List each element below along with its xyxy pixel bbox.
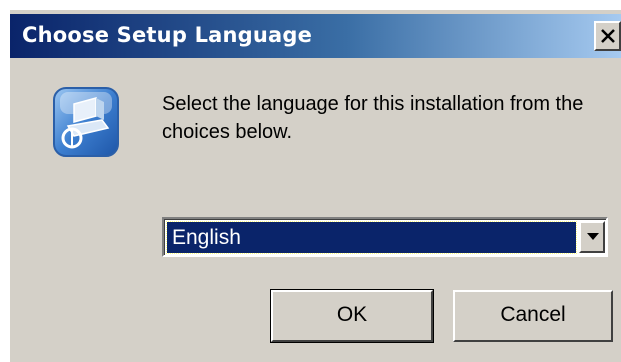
ok-button[interactable]: OK xyxy=(270,289,434,343)
language-selected-value[interactable]: English xyxy=(166,221,577,254)
chevron-down-icon xyxy=(587,233,599,240)
setup-computer-icon xyxy=(53,87,119,157)
dropdown-button[interactable] xyxy=(579,221,605,253)
close-icon xyxy=(601,29,615,43)
title-bar[interactable]: Choose Setup Language xyxy=(10,14,621,58)
setup-dialog: Choose Setup Language Select the languag… xyxy=(8,8,621,362)
language-select-frame: English xyxy=(164,219,606,255)
close-button[interactable] xyxy=(594,21,621,51)
dialog-title: Choose Setup Language xyxy=(22,23,313,47)
cancel-button[interactable]: Cancel xyxy=(453,290,613,342)
language-select[interactable]: English xyxy=(162,217,608,257)
instruction-text: Select the language for this installatio… xyxy=(162,93,584,143)
